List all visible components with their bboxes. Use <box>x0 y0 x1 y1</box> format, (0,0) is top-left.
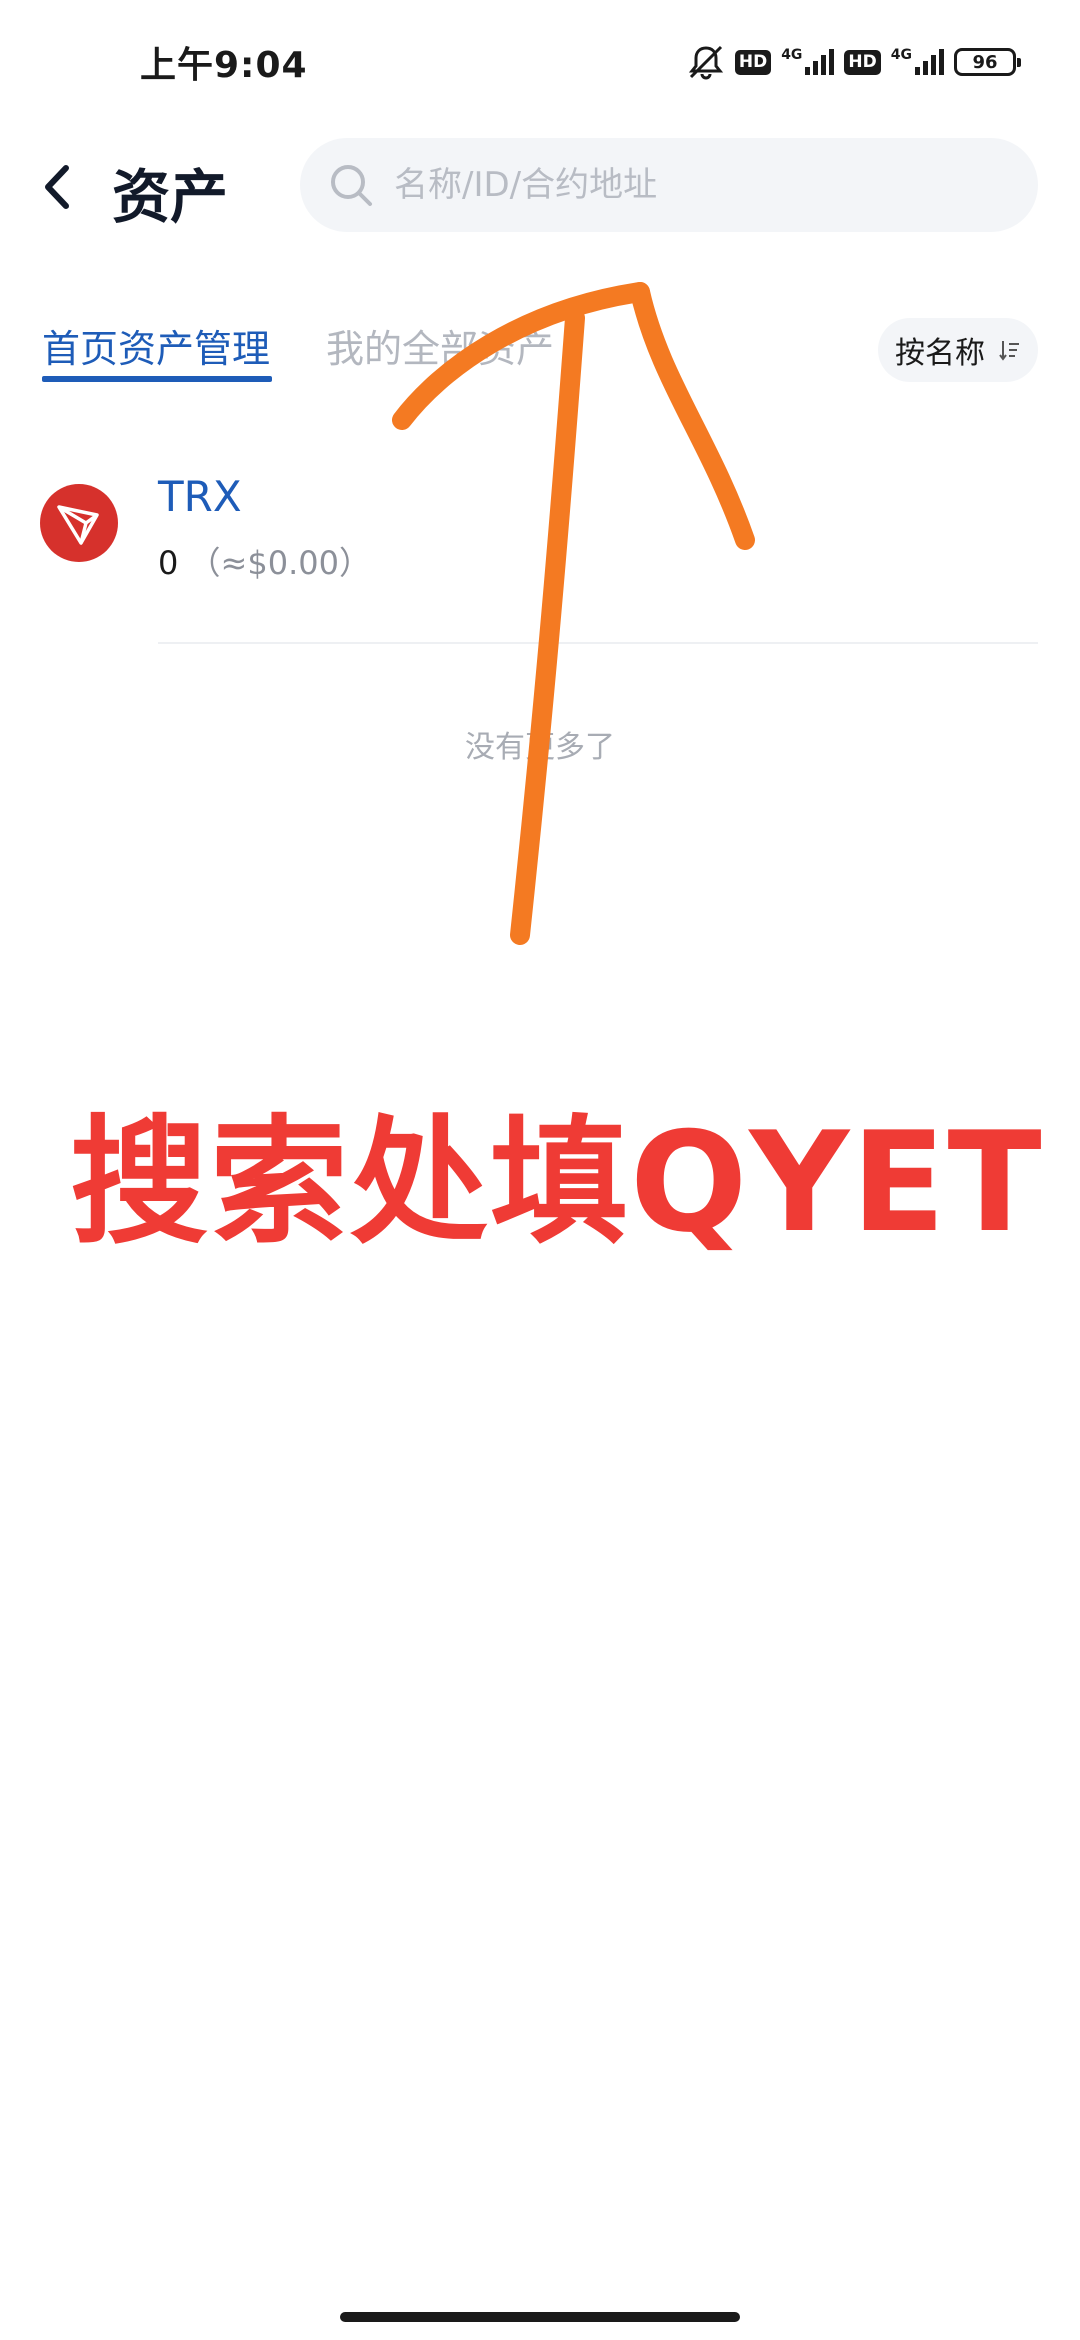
signal-icon: 4G <box>781 47 835 77</box>
search-input[interactable] <box>392 164 1016 206</box>
annotation-text: 搜索处填QYET <box>70 1102 1044 1263</box>
search-icon <box>328 162 374 208</box>
token-balance-line: 0 （≈$0.00） <box>158 538 371 584</box>
tron-logo-icon <box>40 484 118 562</box>
sort-label: 按名称 <box>895 336 985 371</box>
token-name: TRX <box>158 472 242 521</box>
header: 资产 <box>0 130 1080 240</box>
hd-badge: HD <box>734 49 772 75</box>
hd-badge: HD <box>844 49 881 75</box>
home-indicator[interactable] <box>340 2312 740 2322</box>
asset-tabs: 首页资产管理 我的全部资产 按名称 <box>0 300 1080 400</box>
list-end-text: 没有更多了 <box>465 730 615 765</box>
status-icons: HD 4G HD 4G 96 <box>687 42 1021 82</box>
network-type-label: 4G <box>781 47 803 63</box>
tab-all-assets[interactable]: 我的全部资产 <box>326 318 554 373</box>
chevron-left-icon <box>45 165 69 209</box>
app-screen: 上午9:04 HD 4G HD 4G 96 资产 名称/ID/合约地址 首页资产… <box>0 0 1080 2340</box>
active-tab-indicator <box>42 376 272 382</box>
status-time: 上午9:04 <box>140 45 308 86</box>
signal-icon: 4G <box>891 47 944 77</box>
token-balance: 0 <box>158 544 179 582</box>
battery-level: 96 <box>972 51 998 73</box>
token-fiat-value: （≈$0.00） <box>188 544 371 582</box>
row-divider <box>158 642 1038 644</box>
network-type-label: 4G <box>890 47 912 63</box>
sort-icon <box>999 341 1019 361</box>
battery-icon: 96 <box>954 48 1021 76</box>
search-box[interactable] <box>300 138 1038 232</box>
mute-bell-icon <box>687 44 725 80</box>
back-button[interactable] <box>22 152 92 222</box>
asset-list-item[interactable]: TRX 0 （≈$0.00） <box>0 460 1080 644</box>
sort-button[interactable]: 按名称 <box>878 318 1038 382</box>
tab-home-assets[interactable]: 首页资产管理 <box>42 318 270 373</box>
status-bar: 上午9:04 HD 4G HD 4G 96 <box>0 0 1080 120</box>
page-title: 资产 <box>112 163 229 231</box>
